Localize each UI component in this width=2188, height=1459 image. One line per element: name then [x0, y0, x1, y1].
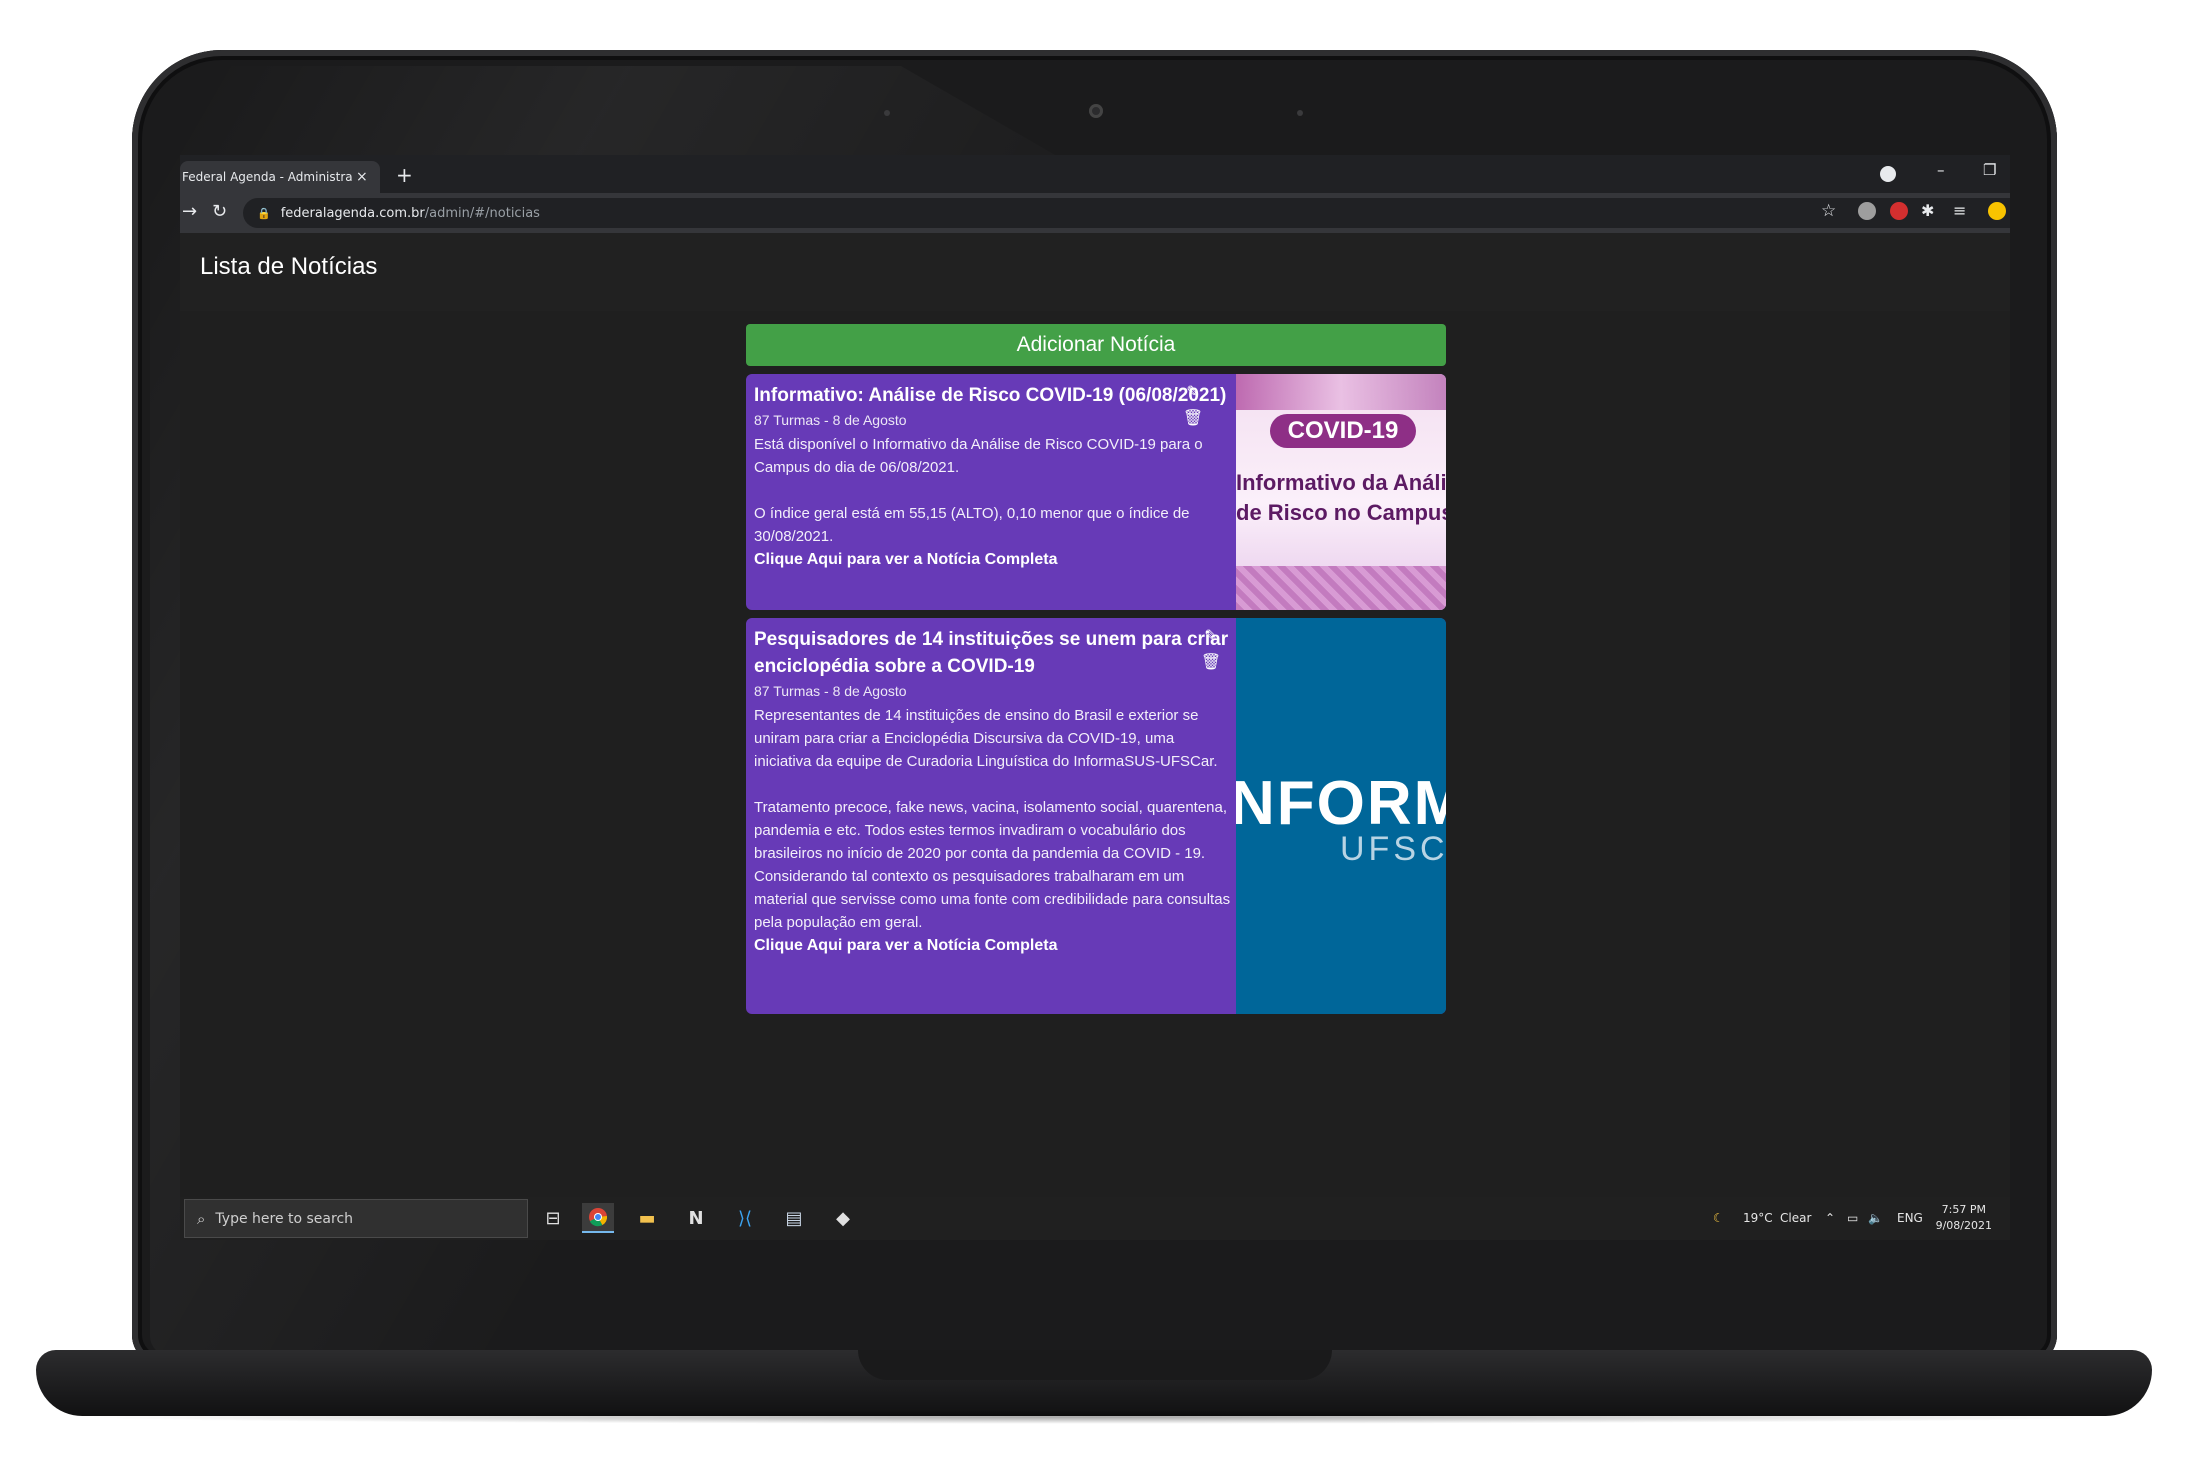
news-title: Pesquisadores de 14 instituições se unem… — [754, 629, 1229, 677]
tab-close-icon[interactable]: × — [356, 169, 368, 185]
new-tab-button[interactable]: + — [396, 163, 413, 187]
image-banner — [1236, 374, 1446, 410]
browser-tab[interactable]: Federal Agenda - Administração × — [180, 161, 380, 193]
reload-icon[interactable]: ↻ — [212, 201, 227, 222]
image-ufsc-text: UFSC — [1340, 830, 1446, 868]
news-image: COVID-19 Informativo da Análise de Risco… — [1236, 374, 1446, 610]
address-bar[interactable]: 🔒 federalagenda.com.br/admin/#/noticias — [243, 198, 2010, 228]
network-icon[interactable]: ▭ — [1847, 1197, 1858, 1240]
webcam — [1089, 104, 1103, 118]
weather-moon-icon: ☾ — [1713, 1211, 1724, 1225]
image-covid-label: COVID-19 — [1270, 414, 1416, 448]
lock-icon: 🔒 — [257, 206, 271, 220]
extension-icon-1[interactable] — [1858, 202, 1876, 220]
language-indicator[interactable]: ENG — [1897, 1197, 1923, 1240]
image-line-1: Informativo da Análise — [1236, 470, 1446, 495]
restore-button[interactable]: ❐ — [1983, 161, 1996, 179]
reading-list-icon[interactable]: ≡ — [1953, 201, 1966, 220]
chrome-icon[interactable] — [582, 1203, 614, 1233]
edit-pencil-icon[interactable]: ✎ — [1180, 380, 1206, 406]
pinned-app-icon[interactable]: ◆ — [827, 1203, 859, 1233]
image-line-2: de Risco no Campus — [1236, 500, 1446, 525]
delete-trash-icon[interactable]: 🗑 — [1198, 650, 1224, 676]
tray-chevron-icon[interactable]: ⌃ — [1825, 1197, 1835, 1240]
app-icon[interactable]: ▤ — [778, 1203, 810, 1233]
search-placeholder: Type here to search — [215, 1210, 354, 1227]
taskbar-clock[interactable]: 7:57 PM 9/08/2021 — [1936, 1202, 1992, 1234]
news-image: NFORM UFSC — [1236, 618, 1446, 1014]
news-card-content: Informativo: Análise de Risco COVID-19 (… — [754, 382, 1234, 572]
news-card-content: Pesquisadores de 14 instituições se unem… — [754, 626, 1234, 958]
image-inform-text: NFORM — [1236, 769, 1446, 838]
laptop-shadow — [60, 1410, 2130, 1424]
url-host: federalagenda.com.br — [280, 205, 425, 221]
news-full-link[interactable]: Clique Aqui para ver a Notícia Completa — [754, 934, 1234, 958]
image-pavement — [1236, 566, 1446, 610]
url-path: /admin/#/noticias — [424, 205, 540, 221]
sensor-right — [1297, 110, 1303, 116]
screen: Federal Agenda - Administração × + – ❐ →… — [180, 155, 2010, 1240]
news-card: Informativo: Análise de Risco COVID-19 (… — [746, 374, 1446, 610]
clock-time: 7:57 PM — [1941, 1203, 1986, 1216]
laptop-hinge-notch — [858, 1350, 1332, 1380]
news-meta: 87 Turmas - 8 de Agosto — [754, 412, 907, 428]
sensor-left — [884, 110, 890, 116]
profile-avatar[interactable] — [1988, 202, 2006, 220]
edit-pencil-icon[interactable]: ✎ — [1198, 624, 1224, 650]
extension-icon-2[interactable] — [1890, 202, 1908, 220]
bookmark-star-icon[interactable]: ☆ — [1821, 201, 1836, 221]
clock-date: 9/08/2021 — [1935, 1219, 1992, 1232]
tab-title: Federal Agenda - Administração — [182, 170, 352, 184]
extensions-puzzle-icon[interactable]: ✱ — [1921, 201, 1934, 220]
page-title: Lista de Notícias — [200, 253, 378, 280]
news-meta: 87 Turmas - 8 de Agosto — [754, 683, 907, 699]
chrome-logo — [589, 1208, 608, 1227]
tab-search-icon[interactable] — [1880, 166, 1896, 182]
browser-tab-strip: Federal Agenda - Administração × + – ❐ — [180, 155, 2010, 193]
news-actions: ✎ 🗑 — [1180, 380, 1206, 432]
browser-toolbar: → ↻ 🔒 federalagenda.com.br/admin/#/notic… — [180, 193, 2010, 233]
add-news-button[interactable]: Adicionar Notícia — [746, 324, 1446, 366]
file-explorer-icon[interactable]: ▬ — [631, 1203, 663, 1233]
task-view-icon[interactable]: ⊟ — [537, 1203, 569, 1233]
delete-trash-icon[interactable]: 🗑 — [1180, 406, 1206, 432]
news-title: Informativo: Análise de Risco COVID-19 (… — [754, 385, 1227, 406]
vscode-icon[interactable]: ⟩⟨ — [729, 1203, 761, 1233]
news-actions: ✎ 🗑 — [1198, 624, 1224, 676]
forward-icon[interactable]: → — [182, 201, 197, 222]
volume-icon[interactable]: 🔈 — [1868, 1197, 1883, 1240]
minimize-button[interactable]: – — [1937, 161, 1945, 179]
news-summary: Representantes de 14 instituições de ens… — [754, 707, 1231, 931]
taskbar-search[interactable]: ⌕ Type here to search — [184, 1199, 528, 1238]
news-card: Pesquisadores de 14 instituições se unem… — [746, 618, 1446, 1014]
news-full-link[interactable]: Clique Aqui para ver a Notícia Completa — [754, 548, 1234, 572]
app-header — [180, 233, 2010, 311]
weather-desc[interactable]: Clear — [1780, 1197, 1811, 1240]
windows-taskbar: ⌕ Type here to search ⊟ ▬ N ⟩⟨ ▤ ◆ ☾ 19°… — [180, 1197, 2010, 1240]
news-summary: Está disponível o Informativo da Análise… — [754, 436, 1203, 545]
notion-icon[interactable]: N — [680, 1203, 712, 1233]
weather-temp[interactable]: 19°C — [1743, 1197, 1773, 1240]
search-icon: ⌕ — [197, 1209, 206, 1228]
